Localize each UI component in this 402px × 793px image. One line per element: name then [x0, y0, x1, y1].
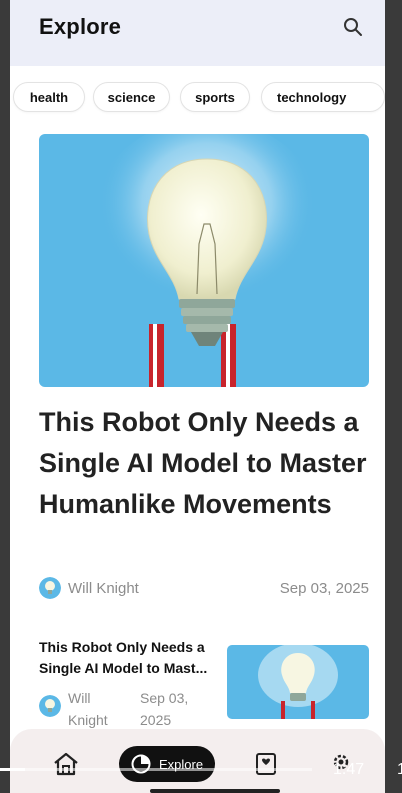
video-progress-track[interactable]: [0, 768, 312, 771]
chip-label: sports: [195, 89, 235, 105]
list-item-author: Will Knight: [68, 687, 108, 731]
video-timestamp: 1:47: [333, 761, 365, 778]
author-avatar: [39, 577, 61, 599]
featured-article-image[interactable]: [39, 134, 369, 387]
home-indicator: [150, 789, 280, 793]
page-title: Explore: [39, 14, 122, 39]
phone-screen: Explore health science sports technology: [10, 0, 385, 793]
chip-health[interactable]: health: [13, 82, 85, 112]
date-line: 2025: [140, 712, 172, 728]
chip-sports[interactable]: sports: [180, 82, 250, 112]
top-app-bar: Explore: [10, 0, 385, 66]
featured-headline[interactable]: This Robot Only Needs a Single AI Model …: [39, 402, 374, 525]
list-item-title[interactable]: This Robot Only Needs a Single AI Model …: [39, 637, 219, 679]
video-progress-fill: [0, 768, 25, 771]
date-line: Sep 03,: [140, 690, 189, 706]
bookmark-icon[interactable]: [255, 752, 277, 776]
category-chips: health science sports technology: [13, 82, 385, 114]
video-edge-text: 1: [397, 761, 402, 778]
bottom-navigation: Explore: [10, 729, 385, 793]
featured-author: Will Knight: [68, 580, 139, 597]
chip-technology[interactable]: technology: [261, 82, 385, 112]
author-avatar: [39, 695, 61, 717]
author-line: Will: [68, 690, 91, 706]
nav-explore-button[interactable]: Explore: [119, 746, 215, 782]
featured-date: Sep 03, 2025: [279, 580, 369, 597]
chip-label: technology: [277, 89, 347, 105]
chip-science[interactable]: science: [93, 82, 170, 112]
author-line: Knight: [68, 712, 108, 728]
list-item-thumbnail[interactable]: [227, 645, 369, 719]
home-icon[interactable]: [52, 751, 80, 777]
list-item-date: Sep 03, 2025: [140, 687, 188, 731]
chip-label: health: [29, 89, 69, 105]
chip-label: science: [107, 89, 156, 105]
search-icon[interactable]: [343, 17, 363, 37]
explore-icon: [131, 754, 151, 774]
